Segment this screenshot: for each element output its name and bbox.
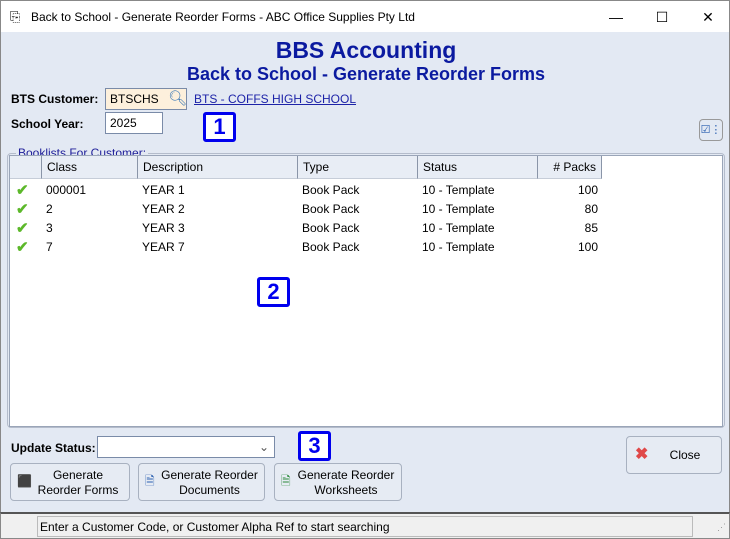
customer-link[interactable]: BTS - COFFS HIGH SCHOOL [194,92,356,106]
cell-class: 000001 [46,183,87,197]
cell-description: YEAR 7 [142,240,185,254]
search-icon[interactable]: 🔍︎ [168,89,187,107]
window-title: Back to School - Generate Reorder Forms … [31,10,415,24]
close-window-button[interactable]: ✕ [685,1,730,33]
close-button[interactable]: ✖ Close [626,436,722,474]
status-bar: Enter a Customer Code, or Customer Alpha… [0,512,730,539]
update-status-select[interactable]: ⌄ [97,436,275,458]
update-status-label: Update Status: [11,441,96,455]
generate-reorder-worksheets-button[interactable]: 🗎 Generate Reorder Worksheets [274,463,402,501]
pdf-icon: ⬛ [17,474,32,488]
cell-status: 10 - Template [422,183,495,197]
chevron-down-icon: ⌄ [258,440,269,454]
badge-2: 2 [257,277,290,307]
cell-packs: 100 [577,183,598,197]
cell-description: YEAR 3 [142,221,185,235]
excel-sheet-icon: 🗎 [281,474,291,488]
header-status[interactable]: Status [418,156,538,179]
check-icon: ✔ [16,182,29,199]
customer-value: BTSCHS [110,92,159,106]
school-year-label: School Year: [11,117,84,131]
cell-type: Book Pack [302,240,360,254]
generate-reorder-documents-button[interactable]: 🗎 Generate Reorder Documents [138,463,265,501]
check-icon: ✔ [16,239,29,256]
btn-docs-line2: Documents [179,483,240,497]
close-x-icon: ✖ [635,446,649,463]
badge-1: 1 [203,112,236,142]
cell-status: 10 - Template [422,221,495,235]
school-year-input[interactable]: 2025 [105,112,163,134]
client-area: BBS Accounting Back to School - Generate… [0,32,730,512]
btn-forms-line2: Reorder Forms [37,483,119,497]
badge-3: 3 [298,431,331,461]
cell-type: Book Pack [302,183,360,197]
cell-packs: 85 [584,221,598,235]
btn-ws-line2: Worksheets [314,483,378,497]
header-packs[interactable]: # Packs [538,156,602,179]
minimize-button[interactable]: — [593,1,639,33]
maximize-button[interactable]: ☐ [639,1,685,33]
booklists-grid[interactable]: Class Description Type Status # Packs ✔ 0… [9,155,723,427]
header-check [10,156,42,179]
school-year-value: 2025 [110,116,137,130]
generate-reorder-forms-button[interactable]: ⬛ Generate Reorder Forms [10,463,130,501]
btn-ws-line1: Generate Reorder [297,468,395,482]
check-icon: ✔ [16,220,29,237]
close-label: Close [669,448,701,462]
btn-docs-line1: Generate Reorder [161,468,258,482]
resize-grip-icon[interactable]: ⋰ [717,522,726,533]
cell-status: 10 - Template [422,240,495,254]
cell-type: Book Pack [302,221,360,235]
header-type[interactable]: Type [298,156,418,179]
title-bar: ⎘ Back to School - Generate Reorder Form… [0,0,730,32]
cell-type: Book Pack [302,202,360,216]
check-icon: ✔ [16,201,29,218]
cell-class: 2 [46,202,53,216]
app-heading: BBS Accounting [275,37,457,63]
cell-description: YEAR 1 [142,183,185,197]
cell-class: 3 [46,221,53,235]
cell-packs: 80 [584,202,598,216]
cell-class: 7 [46,240,53,254]
cell-status: 10 - Template [422,202,495,216]
header-description[interactable]: Description [138,156,298,179]
page-title: Back to School - Generate Reorder Forms [186,64,546,84]
app-icon: ⎘ [10,9,21,24]
cell-packs: 100 [577,240,598,254]
word-doc-icon: 🗎 [145,474,155,488]
header-class[interactable]: Class [42,156,138,179]
status-text: Enter a Customer Code, or Customer Alpha… [37,516,693,537]
btn-forms-line1: Generate [52,468,104,482]
column-chooser-icon[interactable]: ☑⋮ [699,119,723,141]
cell-description: YEAR 2 [142,202,185,216]
customer-label: BTS Customer: [11,92,99,106]
